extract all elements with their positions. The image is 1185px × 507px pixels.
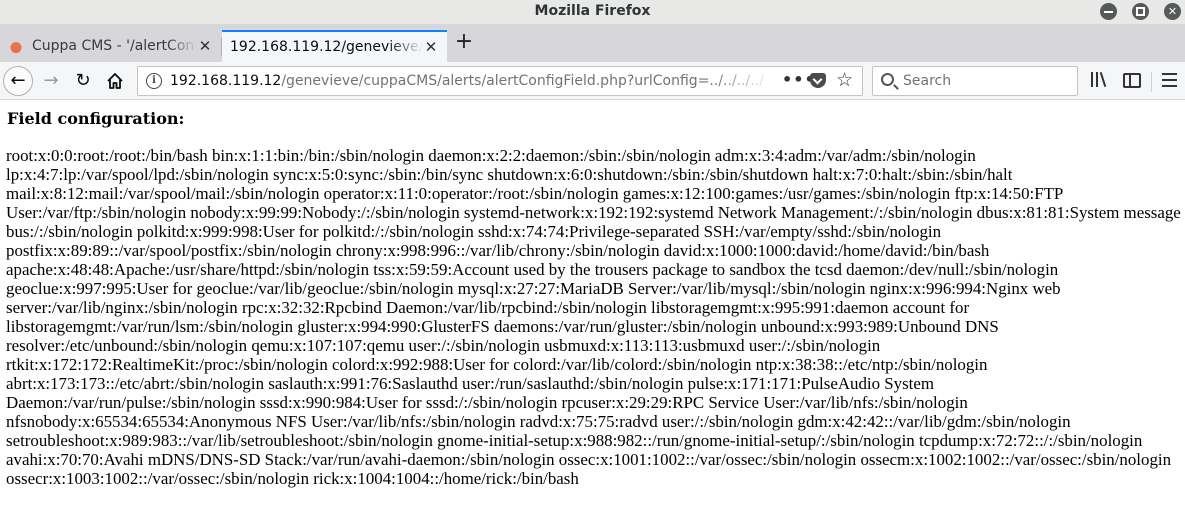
menu-icon[interactable]	[1162, 71, 1180, 89]
menu-line	[1162, 85, 1177, 87]
back-button[interactable]: ←	[3, 66, 33, 96]
home-icon	[107, 73, 123, 89]
tab-label: 192.168.119.12/genevieve/cuppaCMS/alerts…	[230, 39, 423, 55]
close-window-button[interactable]: ✕	[1164, 3, 1181, 20]
maximize-button[interactable]	[1132, 3, 1149, 20]
url-host: 192.168.119.12	[170, 73, 282, 89]
address-bar[interactable]: i 192.168.119.12/genevieve/cuppaCMS/aler…	[137, 66, 863, 96]
tab-strip: Cuppa CMS - '/alertConfigField.php' ✕ 19…	[0, 24, 1185, 62]
tab-close-icon[interactable]: ✕	[197, 38, 213, 54]
close-icon: ✕	[1167, 5, 1178, 18]
toolbar-separator	[1151, 72, 1152, 92]
forward-button[interactable]: →	[37, 67, 65, 95]
new-tab-button[interactable]: +	[452, 31, 476, 55]
maximize-icon	[1136, 7, 1145, 16]
menu-line	[1162, 73, 1177, 75]
tab-alertconfigfield[interactable]: 192.168.119.12/genevieve/cuppaCMS/alerts…	[222, 30, 447, 62]
menu-line	[1162, 79, 1177, 81]
search-icon	[881, 73, 894, 86]
back-icon: ←	[10, 70, 26, 91]
tab-label: Cuppa CMS - '/alertConfigField.php'	[32, 38, 197, 54]
home-button[interactable]	[101, 67, 129, 95]
cuppa-favicon-icon	[8, 38, 24, 54]
search-bar[interactable]	[872, 66, 1078, 96]
url-path: /genevieve/cuppaCMS/alerts/alertConfigFi…	[281, 73, 764, 89]
page-content: Field configuration: root:x:0:0:root:/ro…	[0, 101, 1185, 507]
info-icon[interactable]: i	[146, 73, 162, 89]
pocket-icon[interactable]	[810, 73, 826, 88]
page-heading: Field configuration:	[7, 109, 185, 128]
library-bar	[1096, 72, 1098, 87]
window-titlebar: Mozilla Firefox ✕	[0, 0, 1185, 24]
sidebar-icon[interactable]	[1123, 73, 1141, 88]
library-bar	[1091, 72, 1093, 87]
library-icon[interactable]	[1090, 71, 1108, 89]
search-input[interactable]	[903, 72, 1063, 90]
passwd-file-dump: root:x:0:0:root:/root:/bin/bash bin:x:1:…	[6, 146, 1181, 488]
minimize-icon	[1104, 11, 1113, 13]
window-title: Mozilla Firefox	[534, 3, 651, 19]
tab-cuppa-cms[interactable]: Cuppa CMS - '/alertConfigField.php' ✕	[0, 30, 221, 62]
url-text[interactable]: 192.168.119.12/genevieve/cuppaCMS/alerts…	[170, 73, 774, 89]
minimize-button[interactable]	[1100, 3, 1117, 20]
tab-close-icon[interactable]: ✕	[423, 39, 439, 55]
library-bar	[1099, 72, 1107, 87]
navigation-toolbar: ← → ↻ i 192.168.119.12/genevieve/cuppaCM…	[0, 62, 1185, 100]
reload-button[interactable]: ↻	[69, 67, 97, 95]
bookmark-star-icon[interactable]: ☆	[836, 69, 853, 91]
reload-icon: ↻	[75, 70, 91, 91]
forward-icon: →	[43, 70, 59, 91]
